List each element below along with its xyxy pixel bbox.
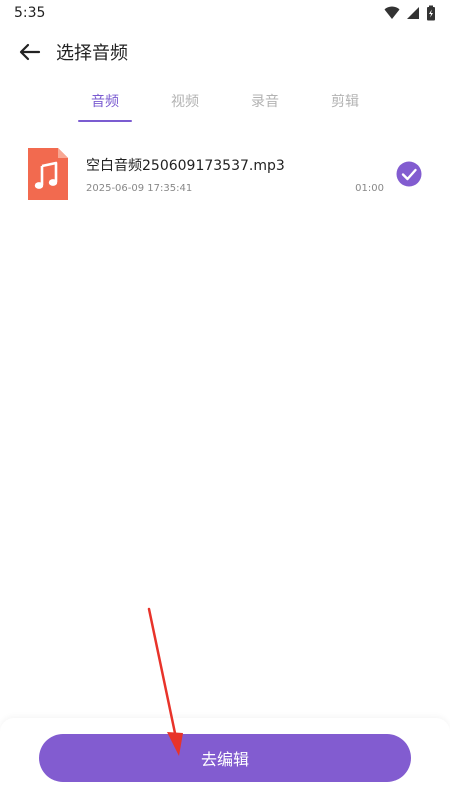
tab-recording[interactable]: 录音 bbox=[230, 86, 300, 124]
app-bar: 选择音频 bbox=[0, 26, 450, 78]
back-button[interactable] bbox=[8, 30, 52, 74]
tab-audio[interactable]: 音频 bbox=[70, 86, 140, 124]
check-circle-icon[interactable] bbox=[396, 161, 422, 187]
status-icons bbox=[384, 5, 436, 21]
file-date: 2025-06-09 17:35:41 bbox=[86, 183, 193, 194]
file-list-item[interactable]: 空白音频250609173537.mp3 2025-06-09 17:35:41… bbox=[20, 143, 430, 205]
file-meta: 空白音频250609173537.mp3 2025-06-09 17:35:41… bbox=[86, 146, 396, 202]
arrow-left-icon bbox=[19, 43, 41, 61]
tab-clips[interactable]: 剪辑 bbox=[310, 86, 380, 124]
status-bar: 5:35 bbox=[0, 0, 450, 26]
file-duration: 01:00 bbox=[355, 183, 384, 194]
status-time: 5:35 bbox=[14, 5, 46, 21]
music-file-icon bbox=[28, 148, 68, 200]
tab-video[interactable]: 视频 bbox=[150, 86, 220, 124]
page-title: 选择音频 bbox=[56, 43, 128, 64]
battery-icon bbox=[427, 5, 435, 21]
signal-icon bbox=[407, 7, 419, 19]
wifi-icon bbox=[384, 6, 400, 19]
file-name: 空白音频250609173537.mp3 bbox=[86, 158, 285, 174]
go-edit-button[interactable]: 去编辑 bbox=[39, 734, 411, 782]
tab-bar: 音频 视频 录音 剪辑 bbox=[70, 86, 380, 124]
